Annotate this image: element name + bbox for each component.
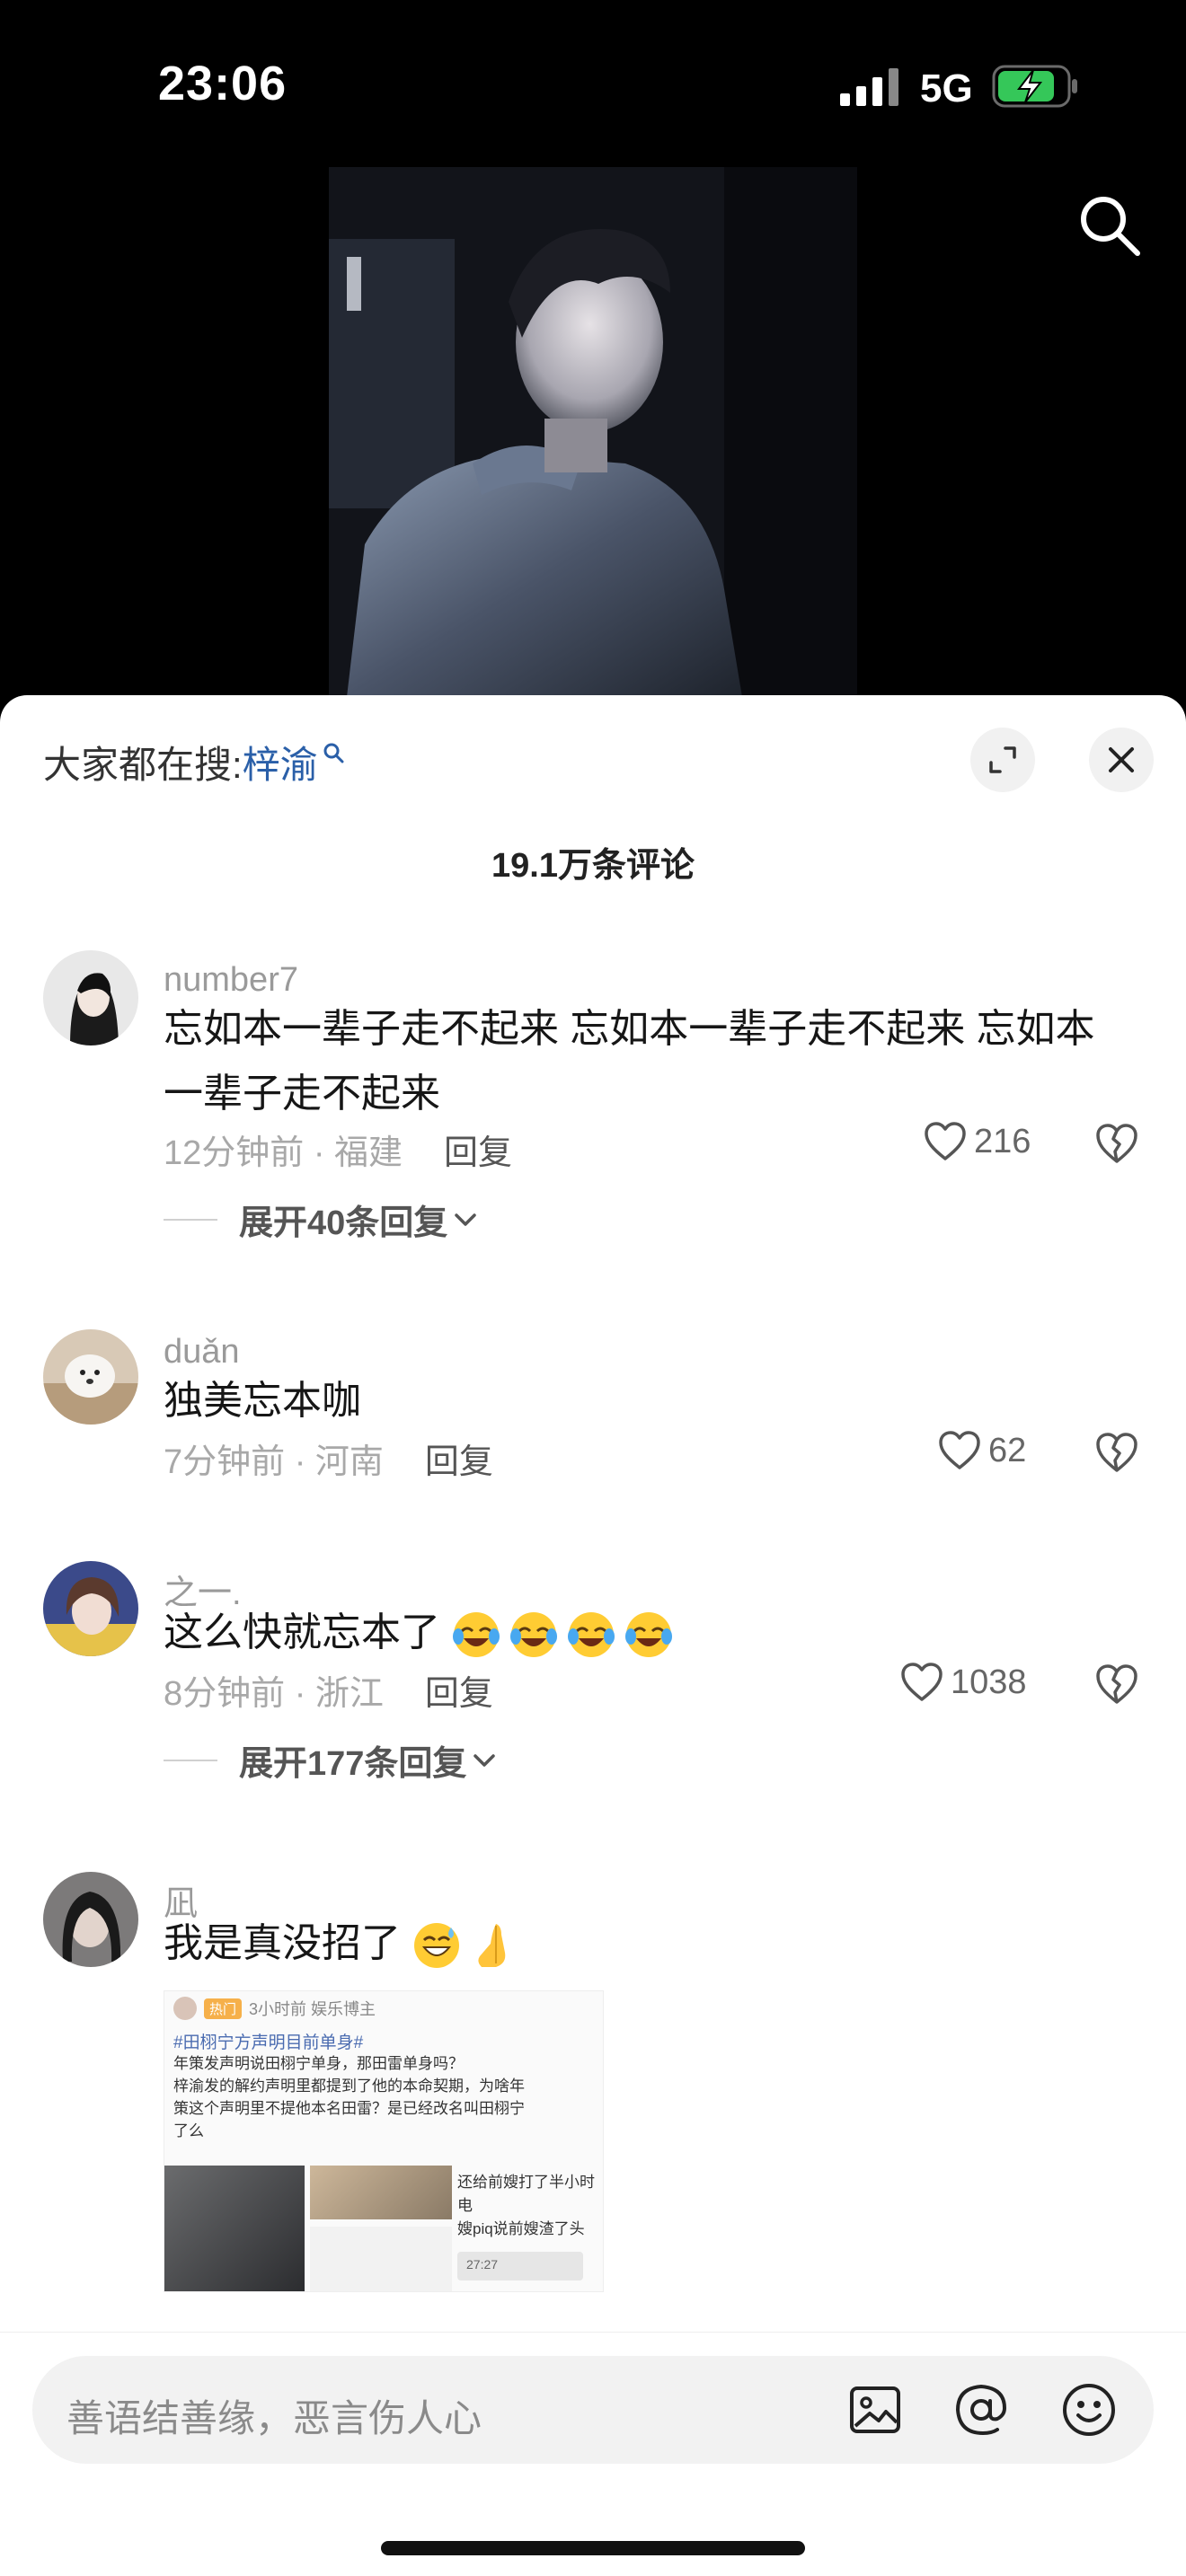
- avatar[interactable]: [43, 1872, 138, 1967]
- comment-text-row: 这么快就忘本了: [164, 1601, 1134, 1665]
- reply-button[interactable]: 回复: [425, 1434, 493, 1483]
- laughing-crying-emoji-icon: [510, 1612, 558, 1658]
- close-button[interactable]: [1089, 728, 1154, 792]
- image-line: 了么: [173, 2122, 204, 2139]
- image-header: 热门 3小时前 娱乐博主: [173, 1997, 376, 2020]
- status-time: 23:06: [158, 57, 288, 110]
- comment-username[interactable]: number7: [164, 961, 298, 1000]
- comment-text: 独美忘本咖: [164, 1379, 361, 1423]
- mention-icon[interactable]: [952, 2381, 1010, 2439]
- image-title: #田栩宁方声明目前单身#: [173, 2033, 364, 2052]
- comment-time-location: 8分钟前 · 浙江: [164, 1675, 384, 1713]
- pray-hands-emoji-icon: [478, 1924, 506, 1968]
- heart-icon: [939, 1431, 980, 1469]
- avatar[interactable]: [43, 1329, 138, 1425]
- comment-meta: 7分钟前 · 河南 回复: [164, 1434, 493, 1483]
- image-body: 年策发声明说田栩宁单身，那田雷单身吗？ 梓渝发的解约声明里都提到了他的本命契期，…: [173, 2052, 596, 2142]
- image-line: 策这个声明里不提他本名田雷？是已经改名叫田栩宁: [173, 2100, 525, 2117]
- image-line: 年策发声明说田栩宁单身，那田雷单身吗？: [173, 2055, 464, 2072]
- network-label: 5G: [920, 66, 973, 110]
- image-thumbnail: [310, 2227, 452, 2291]
- video-frame-image: [329, 167, 857, 697]
- expand-icon: [989, 746, 1016, 773]
- comment-meta: 12分钟前 · 福建 回复: [164, 1125, 512, 1174]
- comment-image[interactable]: 热门 3小时前 娱乐博主 #田栩宁方声明目前单身# 年策发声明说田栩宁单身，那田…: [164, 1990, 604, 2292]
- image-thumbnail: [310, 2166, 452, 2219]
- image-tag: 热门: [204, 1998, 243, 2019]
- like-count: 1038: [951, 1663, 1027, 1701]
- image-time-stamp: 27:27: [457, 2252, 583, 2280]
- expand-replies-label: 展开177条回复: [239, 1745, 467, 1783]
- divider-line: [164, 1759, 217, 1761]
- like-count: 62: [988, 1431, 1027, 1469]
- image-side-line: 还给前嫂打了半小时电: [457, 2174, 595, 2214]
- small-search-icon: [323, 743, 344, 763]
- hot-search-bar[interactable]: 大家都在搜: 梓渝: [43, 735, 345, 790]
- divider-line: [164, 1218, 217, 1221]
- comment-text-row: 我是真没招了: [164, 1911, 1134, 1976]
- laughing-crying-emoji-icon: [568, 1612, 615, 1658]
- reply-button[interactable]: 回复: [444, 1125, 512, 1174]
- comment-input-bar: 善语结善缘，恶言伤人心: [0, 2332, 1186, 2576]
- cellular-signal-icon: [840, 68, 898, 106]
- image-side-text: 还给前嫂打了半小时电 嫂piq说前嫂渣了头: [457, 2171, 603, 2241]
- comment-input[interactable]: 善语结善缘，恶言伤人心: [32, 2356, 1154, 2464]
- comment-time-location: 7分钟前 · 河南: [164, 1443, 384, 1481]
- avatar[interactable]: [43, 1561, 138, 1656]
- image-picker-icon[interactable]: [846, 2381, 904, 2439]
- expand-replies-button[interactable]: 展开177条回复: [164, 1735, 497, 1785]
- search-icon[interactable]: [1075, 190, 1143, 259]
- broken-heart-icon[interactable]: [1094, 1121, 1139, 1166]
- like-button[interactable]: 216: [924, 1121, 1031, 1162]
- battery-charging-icon: [992, 65, 1077, 108]
- comment-meta: 8分钟前 · 浙江 回复: [164, 1665, 493, 1715]
- chevron-down-icon: [455, 1213, 477, 1226]
- image-side-line: 嫂piq说前嫂渣了头: [457, 2220, 585, 2237]
- broken-heart-icon[interactable]: [1094, 1662, 1139, 1707]
- comment-username[interactable]: duǎn: [164, 1333, 240, 1372]
- comment-text: 我是真没招了: [164, 1921, 401, 1965]
- expand-replies-label: 展开40条回复: [239, 1204, 448, 1242]
- home-indicator[interactable]: [381, 2541, 805, 2555]
- video-player[interactable]: [329, 167, 857, 697]
- hot-search-prefix: 大家都在搜:: [43, 744, 243, 786]
- image-thumbnail: [164, 2166, 305, 2291]
- laughing-crying-emoji-icon: [625, 1612, 673, 1658]
- expand-button[interactable]: [970, 728, 1035, 792]
- expand-replies-button[interactable]: 展开40条回复: [164, 1195, 478, 1244]
- close-icon: [1109, 747, 1134, 772]
- avatar[interactable]: [43, 950, 138, 1045]
- image-line: 梓渝发的解约声明里都提到了他的本命契期，为啥年: [173, 2078, 525, 2095]
- comment-time-location: 12分钟前 · 福建: [164, 1134, 403, 1172]
- grinning-sweat-emoji-icon: [414, 1923, 460, 1969]
- hot-search-keyword[interactable]: 梓渝: [243, 735, 318, 790]
- like-button[interactable]: 62: [938, 1430, 1026, 1471]
- comment-count: 19.1万条评论: [491, 847, 695, 885]
- image-header-text: 3小时前 娱乐博主: [249, 2000, 376, 2018]
- status-bar: 23:06 5G: [0, 0, 1186, 171]
- heart-icon: [901, 1663, 943, 1701]
- comment-input-placeholder: 善语结善缘，恶言伤人心: [66, 2397, 482, 2439]
- like-count: 216: [974, 1122, 1031, 1160]
- broken-heart-icon[interactable]: [1094, 1430, 1139, 1475]
- heart-icon: [925, 1122, 966, 1160]
- comment-sheet: 大家都在搜: 梓渝 19.1万条评论 number7 忘如本一辈子走不起来 忘如…: [0, 695, 1186, 2576]
- emoji-icon[interactable]: [1060, 2381, 1118, 2439]
- like-button[interactable]: 1038: [900, 1662, 1027, 1703]
- reply-button[interactable]: 回复: [425, 1665, 493, 1715]
- chevron-down-icon: [474, 1753, 496, 1767]
- comment-text: 这么快就忘本了: [164, 1610, 440, 1654]
- laughing-crying-emoji-icon: [453, 1612, 500, 1658]
- comment-text: 忘如本一辈子走不起来 忘如本一辈子走不起来 忘如本一辈子走不起来: [164, 1007, 1095, 1116]
